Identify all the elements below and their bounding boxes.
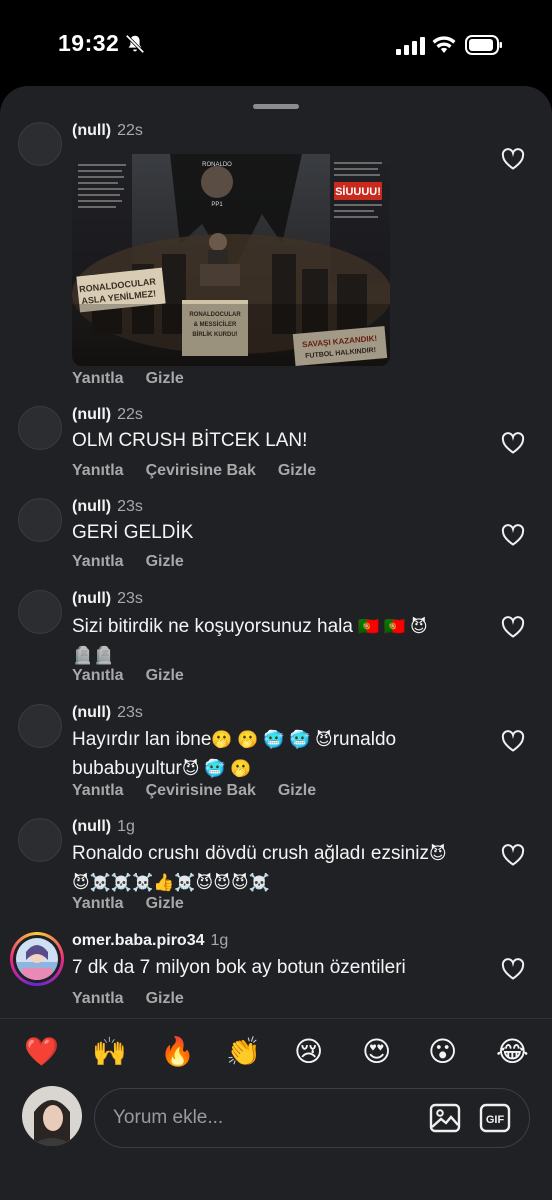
reply-button[interactable]: Yanıtla bbox=[72, 462, 124, 479]
hide-button[interactable]: Gizle bbox=[146, 990, 184, 1007]
svg-text:PP1: PP1 bbox=[211, 202, 223, 208]
see-translation-button[interactable]: Çevirisine Bak bbox=[146, 462, 256, 479]
comment-time: 23s bbox=[117, 704, 143, 721]
comment-username[interactable]: (null) 22s bbox=[72, 406, 143, 424]
comment-time: 1g bbox=[210, 932, 229, 949]
hide-button[interactable]: Gizle bbox=[146, 667, 184, 684]
comment-username[interactable]: (null) 23s bbox=[72, 590, 143, 608]
reaction-raised-hands[interactable]: 🙌 bbox=[92, 1035, 127, 1069]
quick-reactions-bar: ❤️ 🙌 🔥 👏 😢 😍 😮 😂 bbox=[0, 1018, 552, 1085]
reaction-fire[interactable]: 🔥 bbox=[160, 1035, 195, 1069]
comment-text: Hayırdır lan ibne🫢 🫢 🥶 🥶 😈runaldo bubabu… bbox=[72, 725, 472, 783]
heart-icon[interactable] bbox=[501, 524, 525, 546]
reaction-cry[interactable]: 😢 bbox=[294, 1035, 323, 1069]
hide-button[interactable]: Gizle bbox=[146, 895, 184, 912]
comment-username[interactable]: (null) 23s bbox=[72, 704, 143, 722]
avatar bbox=[16, 938, 58, 980]
reply-button[interactable]: Yanıtla bbox=[72, 370, 124, 387]
status-time: 19:32 bbox=[58, 30, 120, 56]
heart-icon[interactable] bbox=[501, 844, 525, 866]
battery-icon bbox=[465, 35, 502, 55]
comment-actions: Yanıtla Gizle bbox=[72, 990, 206, 1008]
sheet-grabber[interactable] bbox=[253, 104, 299, 109]
comment-text: OLM CRUSH BİTCEK LAN! bbox=[72, 430, 308, 451]
comment-text: GERİ GELDİK bbox=[72, 522, 194, 543]
comment-input-placeholder: Yorum ekle... bbox=[113, 1107, 224, 1128]
hide-button[interactable]: Gizle bbox=[146, 370, 184, 387]
gif-icon[interactable]: GIF bbox=[479, 1102, 511, 1134]
heart-icon[interactable] bbox=[501, 730, 525, 752]
emoji-run: 🪦🪦 bbox=[72, 646, 115, 665]
image-icon[interactable] bbox=[429, 1102, 461, 1134]
reply-button[interactable]: Yanıtla bbox=[72, 667, 124, 684]
emoji-run: 😈 🥶 🫢 bbox=[181, 759, 252, 778]
avatar[interactable] bbox=[18, 590, 62, 634]
comment-actions: Yanıtla Gizle bbox=[72, 895, 206, 913]
reply-button[interactable]: Yanıtla bbox=[72, 782, 124, 799]
comment-time: 22s bbox=[117, 406, 143, 423]
emoji-run: 🇵🇹 🇵🇹 😈 bbox=[358, 617, 428, 636]
story-ring-avatar[interactable] bbox=[10, 932, 64, 986]
hide-button[interactable]: Gizle bbox=[278, 462, 316, 479]
heart-icon[interactable] bbox=[501, 148, 525, 170]
reaction-heart[interactable]: ❤️ bbox=[24, 1035, 59, 1069]
reaction-clap[interactable]: 👏 bbox=[226, 1035, 261, 1069]
reaction-heart-eyes[interactable]: 😍 bbox=[362, 1035, 391, 1069]
status-bar: 19:32 bbox=[0, 0, 552, 88]
my-avatar bbox=[22, 1086, 82, 1146]
wifi-icon bbox=[432, 36, 456, 53]
comment-text: 7 dk da 7 milyon bok ay botun özentileri bbox=[72, 957, 406, 978]
comment-text: Ronaldo crushı dövdü crush ağladı ezsini… bbox=[72, 839, 472, 897]
see-translation-button[interactable]: Çevirisine Bak bbox=[146, 782, 256, 799]
silent-bell-icon bbox=[125, 34, 145, 54]
comment-username[interactable]: (null) 1g bbox=[72, 818, 135, 836]
emoji-run: 😈☠️☠️☠️👍☠️😈😈😈☠️ bbox=[72, 873, 270, 892]
comment-actions: Yanıtla Çevirisine Bak Gizle bbox=[72, 462, 338, 480]
avatar[interactable] bbox=[18, 704, 62, 748]
reply-button[interactable]: Yanıtla bbox=[72, 553, 124, 570]
comment-username[interactable]: omer.baba.piro34 1g bbox=[72, 932, 228, 950]
war-poster-image: SİUUUU! RONALDO PP1 RONALDOCULAR ASLA YE… bbox=[72, 154, 390, 366]
comment-time: 23s bbox=[117, 498, 143, 515]
cellular-signal-icon bbox=[396, 37, 425, 55]
comment-username[interactable]: (null) 22s bbox=[72, 122, 143, 140]
emoji-run: 🫢 🫢 🥶 🥶 😈 bbox=[211, 730, 333, 749]
comment-time: 1g bbox=[117, 818, 135, 835]
avatar[interactable] bbox=[18, 818, 62, 862]
reply-button[interactable]: Yanıtla bbox=[72, 990, 124, 1007]
comment-actions: Yanıtla Gizle bbox=[72, 667, 206, 685]
avatar[interactable] bbox=[18, 406, 62, 450]
svg-text:RONALDO: RONALDO bbox=[202, 162, 232, 168]
comment-text: Sizi bitirdik ne koşuyorsunuz hala 🇵🇹 🇵🇹… bbox=[72, 612, 472, 670]
comment-actions: Yanıtla Gizle bbox=[72, 553, 206, 571]
hide-button[interactable]: Gizle bbox=[278, 782, 316, 799]
avatar[interactable] bbox=[18, 498, 62, 542]
hide-button[interactable]: Gizle bbox=[146, 553, 184, 570]
comment-image[interactable]: SİUUUU! RONALDO PP1 RONALDOCULAR ASLA YE… bbox=[72, 154, 390, 366]
heart-icon[interactable] bbox=[501, 432, 525, 454]
comment-actions: Yanıtla Çevirisine Bak Gizle bbox=[72, 782, 338, 800]
avatar[interactable] bbox=[18, 122, 62, 166]
poster-siuuu: SİUUUU! bbox=[335, 185, 381, 198]
svg-text:GIF: GIF bbox=[486, 1114, 505, 1126]
emoji-run: 😈 bbox=[428, 844, 447, 863]
comment-username[interactable]: (null) 23s bbox=[72, 498, 143, 516]
comment-time: 22s bbox=[117, 122, 143, 139]
heart-icon[interactable] bbox=[501, 958, 525, 980]
comment-input[interactable]: Yorum ekle... GIF bbox=[94, 1088, 530, 1148]
reply-button[interactable]: Yanıtla bbox=[72, 895, 124, 912]
comment-actions: Yanıtla Gizle bbox=[72, 370, 206, 388]
heart-icon[interactable] bbox=[501, 616, 525, 638]
reaction-surprised[interactable]: 😮 bbox=[428, 1035, 457, 1069]
comment-time: 23s bbox=[117, 590, 143, 607]
reaction-laugh[interactable]: 😂 bbox=[496, 1035, 529, 1069]
